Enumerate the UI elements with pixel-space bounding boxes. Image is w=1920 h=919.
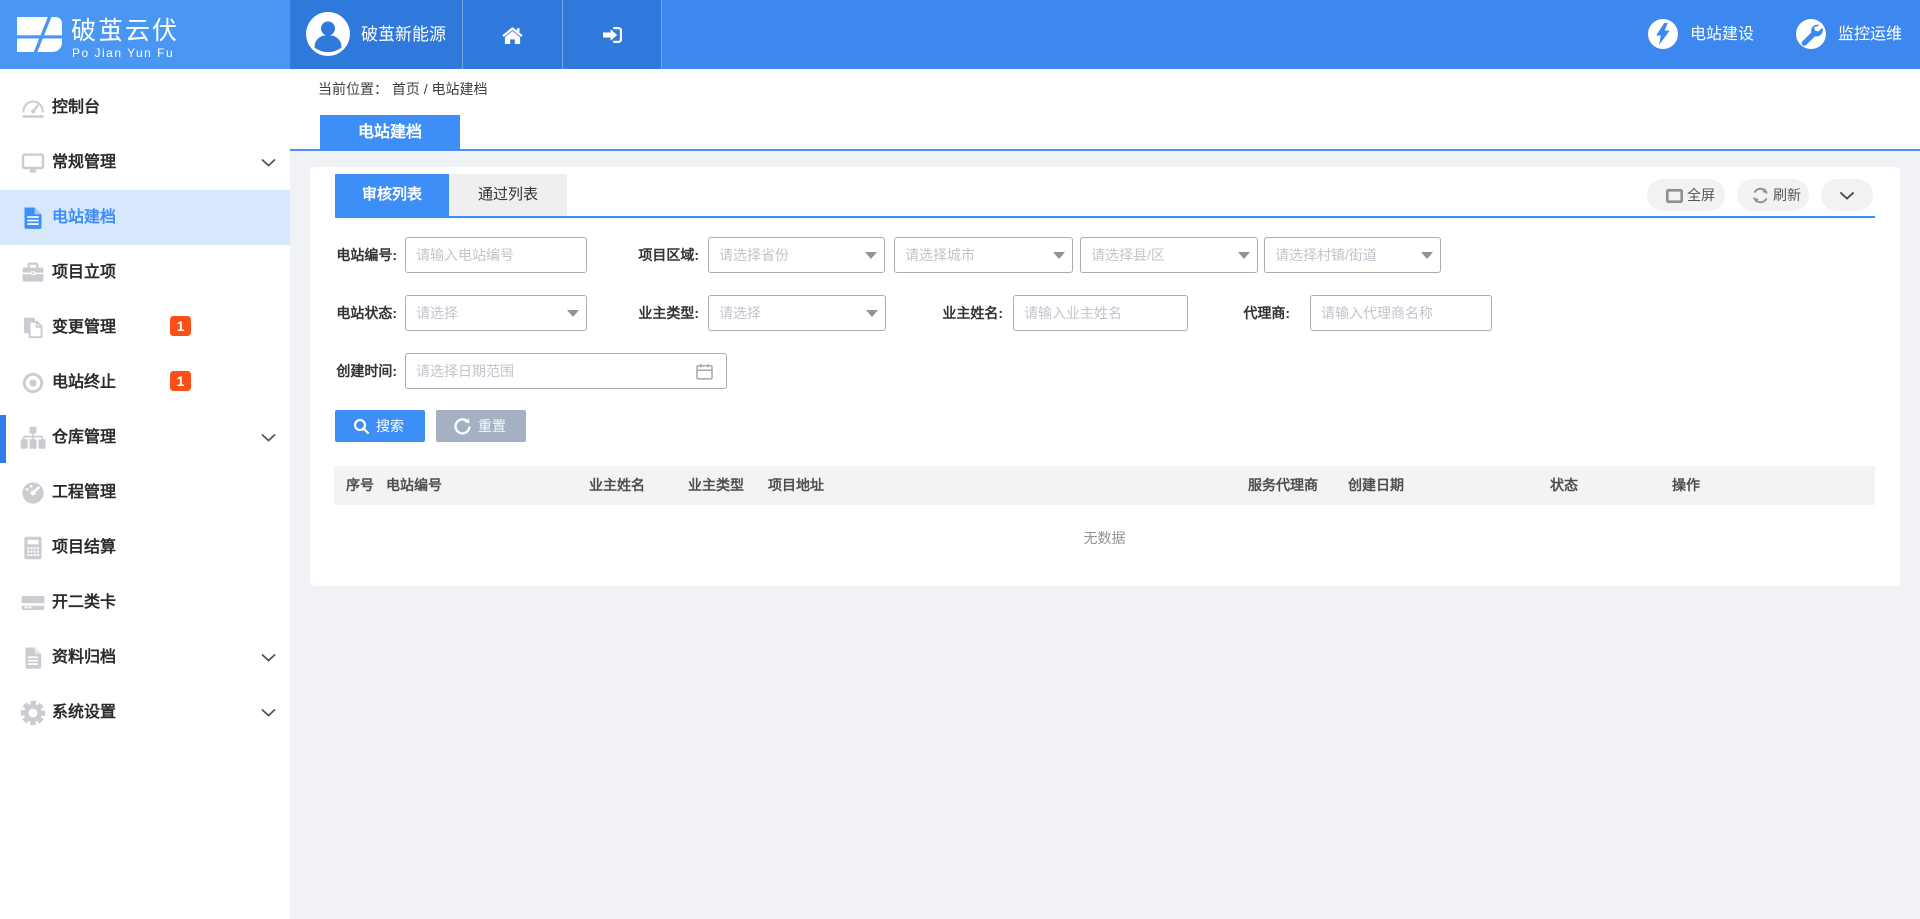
svg-text:Po Jian Yun Fu: Po Jian Yun Fu: [72, 46, 174, 60]
svg-text:破茧云伏: 破茧云伏: [71, 17, 179, 45]
